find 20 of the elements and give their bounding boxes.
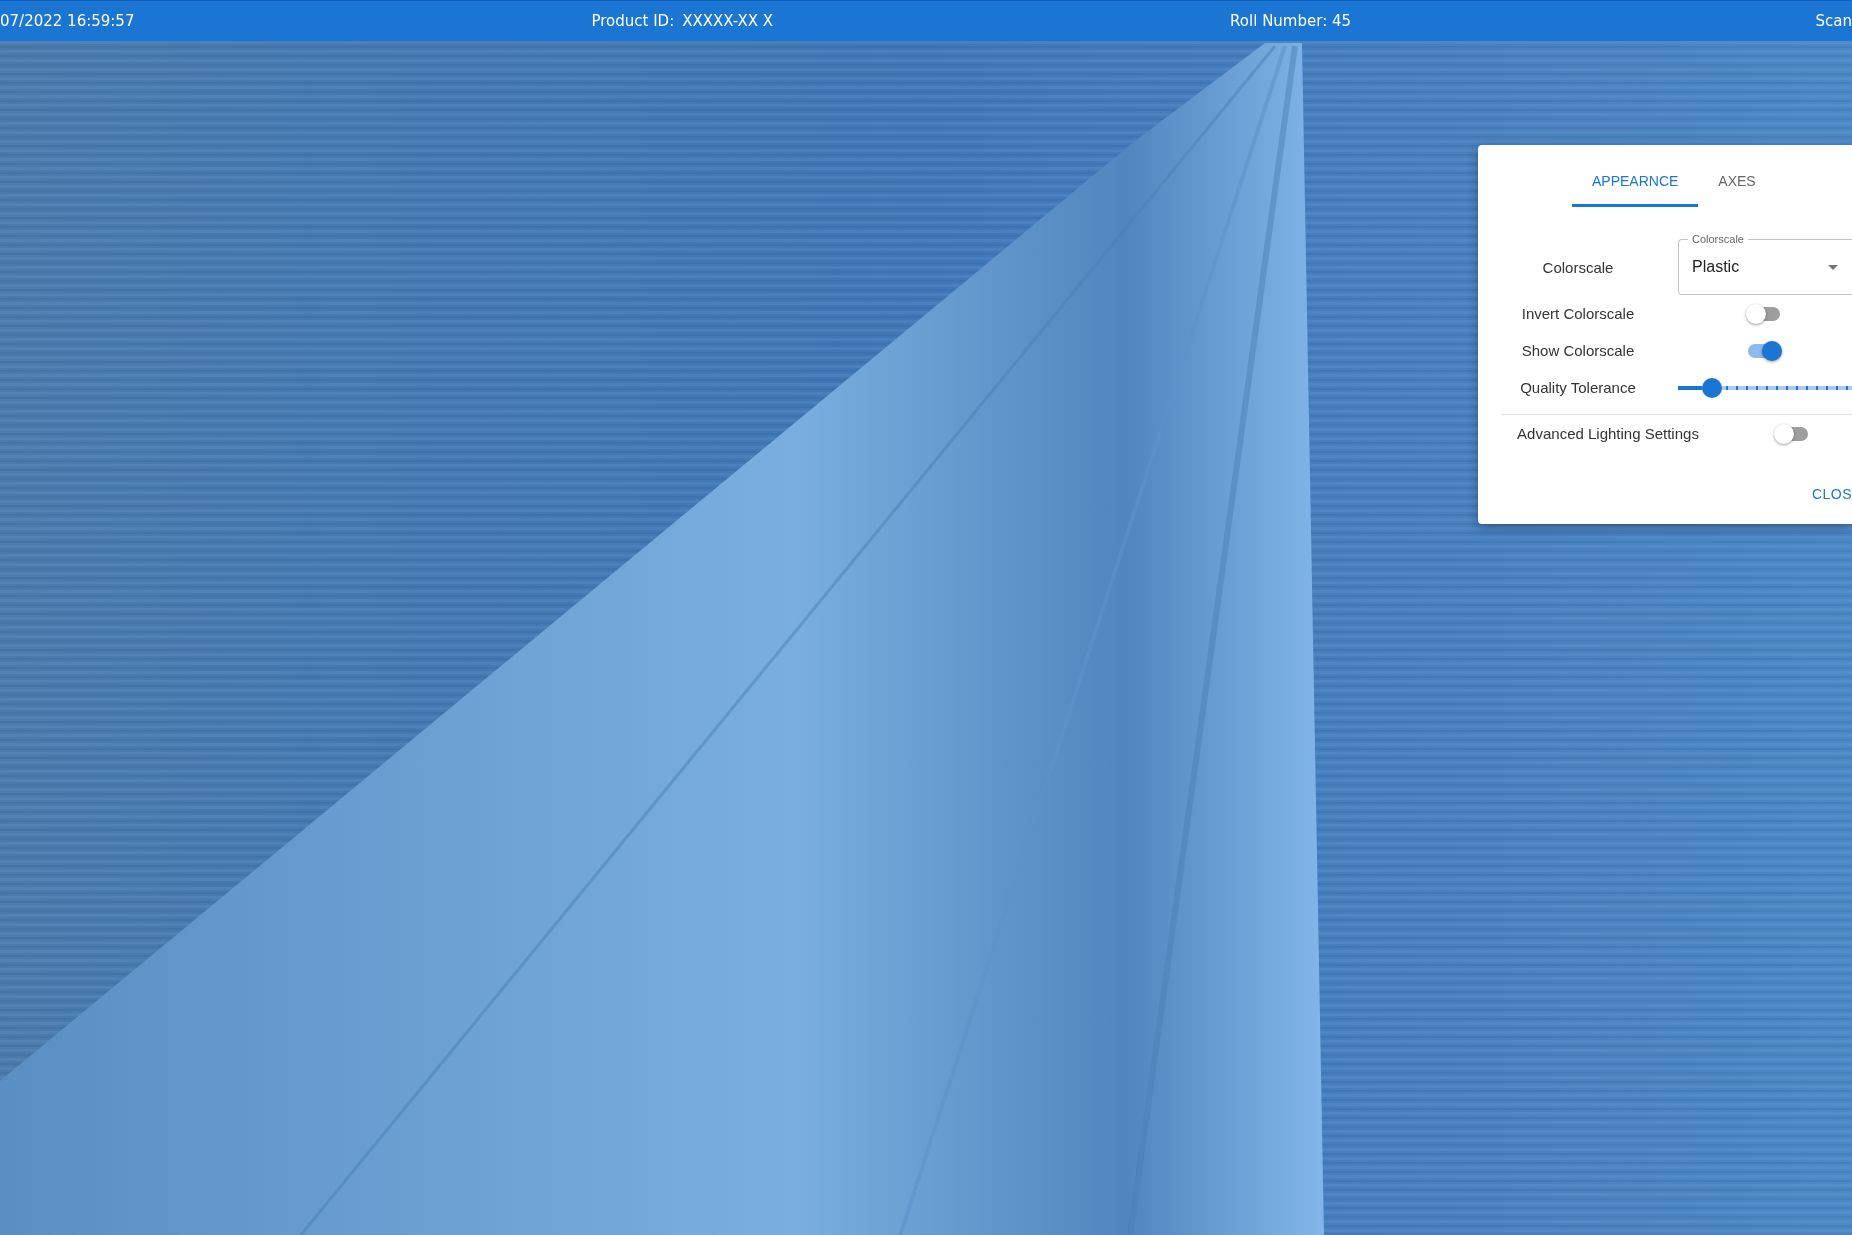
product-id-value: XXXXX-XX X [682,12,774,30]
slider-track[interactable] [1678,377,1852,398]
setting-label: Quality Tolerance [1519,379,1637,396]
roll-number-text: Roll Number: 45 [1230,12,1352,30]
toggle-switch[interactable] [1746,303,1782,324]
tab[interactable]: AXES [1698,159,1776,207]
setting-label: Invert Colorscale [1520,305,1636,322]
surface-render-drawing[interactable] [0,41,1852,1235]
tab[interactable]: APPEARNCE [1572,159,1699,207]
product-id-label: Product ID: [591,12,675,30]
setting-label: Show Colorscale [1520,342,1636,359]
toggle-switch[interactable] [1746,340,1782,361]
scan-text: Scan [1815,12,1852,30]
toggle-switch[interactable] [1774,423,1810,444]
dropdown-caret-icon [1828,264,1838,270]
setting-label: Advanced Lighting Settings [1516,425,1700,442]
close-button[interactable]: CLOS [1803,480,1852,508]
slider-thumb[interactable] [1702,377,1723,398]
colorscale-label: Colorscale [1541,258,1615,276]
date-time-text: 07/2022 16:59:57 [0,12,135,30]
